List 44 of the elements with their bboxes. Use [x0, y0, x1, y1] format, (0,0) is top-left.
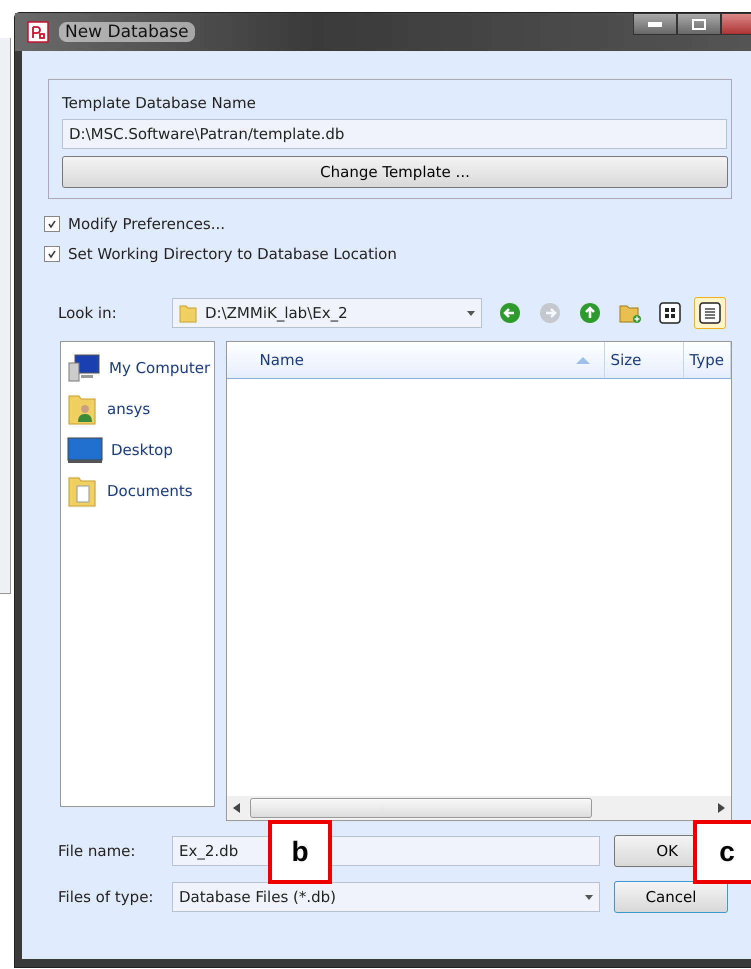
- scroll-left-icon: [232, 803, 240, 813]
- change-template-button[interactable]: Change Template ...: [62, 156, 728, 188]
- annotation-label: c: [693, 820, 751, 884]
- file-type-label: Files of type:: [58, 888, 154, 906]
- app-logo-icon: [27, 21, 49, 43]
- maximize-button[interactable]: [677, 13, 721, 35]
- computer-icon: [67, 352, 101, 382]
- minimize-button[interactable]: [633, 13, 677, 35]
- place-item[interactable]: Desktop: [67, 432, 214, 467]
- scroll-thumb[interactable]: [250, 798, 592, 818]
- place-item[interactable]: Documents: [67, 473, 214, 508]
- checkbox-label: Modify Preferences...: [68, 215, 225, 233]
- look-in-dropdown[interactable]: D:\ZMMiK_lab\Ex_2: [172, 298, 482, 328]
- ok-button[interactable]: OK: [614, 835, 694, 867]
- cancel-button[interactable]: Cancel: [614, 881, 728, 913]
- desktop-icon: [67, 436, 103, 464]
- look-in-label: Look in:: [58, 304, 118, 322]
- checkbox[interactable]: [44, 246, 60, 262]
- horizontal-scrollbar[interactable]: [226, 796, 731, 820]
- minimize-icon: [648, 22, 662, 26]
- file-name-label: File name:: [58, 842, 136, 860]
- list-view-icon: [699, 302, 721, 324]
- place-item[interactable]: My Computer: [67, 350, 214, 385]
- check-icon: [47, 219, 57, 229]
- template-label: Template Database Name: [62, 94, 257, 112]
- file-type-dropdown[interactable]: Database Files (*.db): [172, 882, 600, 912]
- place-item[interactable]: ansys: [67, 391, 214, 426]
- annotation-label: b: [268, 820, 332, 884]
- column-header[interactable]: Size: [604, 342, 684, 378]
- column-header[interactable]: Type: [684, 342, 731, 378]
- folder-icon: [179, 303, 197, 323]
- template-field[interactable]: D:\MSC.Software\Patran/template.db: [62, 119, 727, 149]
- scroll-right-icon: [718, 803, 725, 813]
- dropdown-arrow-icon: [467, 310, 475, 316]
- sort-arrow-icon: [576, 356, 590, 364]
- dropdown-arrow-icon: [585, 894, 593, 900]
- grid-view-icon: [659, 302, 681, 324]
- check-icon: [47, 249, 57, 259]
- maximize-icon: [692, 18, 706, 30]
- checkbox[interactable]: [44, 216, 60, 232]
- detail-button[interactable]: [694, 297, 726, 329]
- checkbox-label: Set Working Directory to Database Location: [68, 245, 397, 263]
- column-header[interactable]: Name: [226, 342, 605, 378]
- window-title: New Database: [59, 22, 195, 42]
